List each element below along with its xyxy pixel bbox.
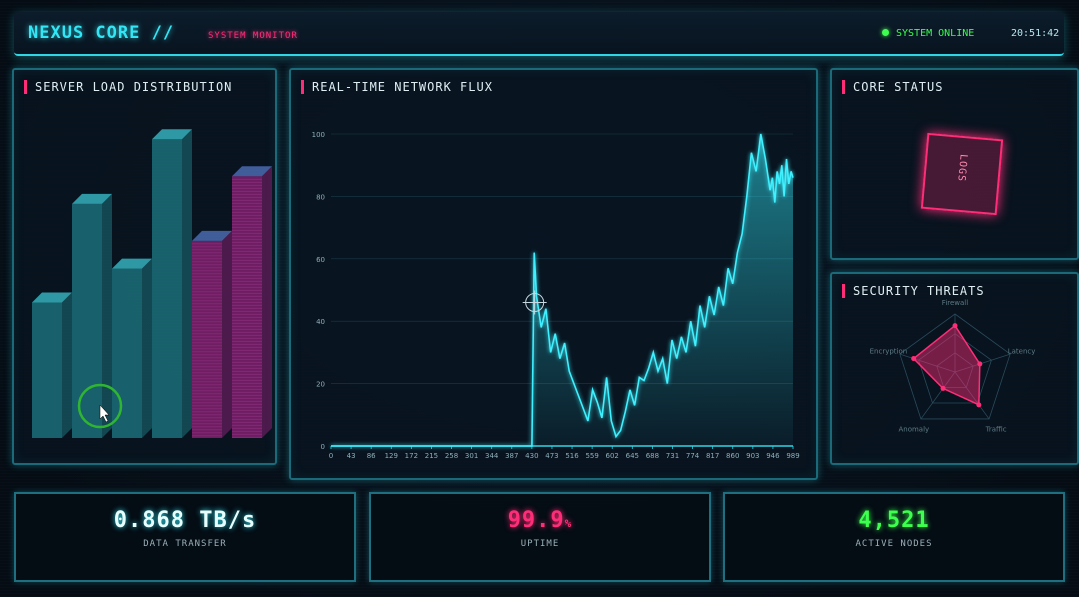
panel-title: CORE STATUS	[842, 80, 943, 94]
bar-front	[192, 240, 222, 438]
status-dot-icon	[882, 29, 889, 36]
radar-axis-label: Latency	[1008, 347, 1036, 355]
app-header: NEXUS CORE // SYSTEM MONITOR SYSTEM ONLI…	[14, 12, 1064, 56]
status-text: SYSTEM ONLINE	[896, 28, 975, 39]
x-tick-label: 344	[485, 452, 499, 460]
uptime-unit: %	[564, 517, 573, 530]
x-tick-label: 688	[646, 452, 659, 460]
bar-front	[32, 302, 62, 438]
radar-area	[912, 324, 981, 407]
radar-point	[976, 402, 982, 408]
y-tick-label: 40	[316, 318, 325, 326]
y-tick-label: 100	[312, 131, 325, 139]
bar-side	[142, 258, 152, 438]
x-tick-label: 129	[385, 452, 398, 460]
bar-side	[102, 193, 112, 438]
app-subtitle: SYSTEM MONITOR	[208, 31, 298, 41]
bar-front	[232, 176, 262, 438]
bar	[192, 230, 232, 438]
network-flux-chart: 0 20 40 60 80 100 0 43 86 129 172 215 258 301 344 387 43…	[312, 131, 800, 460]
bar-front	[152, 139, 182, 438]
x-tick-label: 774	[686, 452, 700, 460]
stat-uptime: 99.9% UPTIME	[369, 492, 711, 582]
x-tick-label: 946	[766, 452, 780, 460]
core-status-panel: CORE STATUS LOGS	[830, 68, 1079, 260]
bar-side	[62, 292, 72, 438]
radar-axis-label: Traffic	[985, 426, 1007, 434]
x-tick-label: 301	[465, 452, 478, 460]
bar	[112, 258, 152, 438]
x-tick-label: 989	[786, 452, 799, 460]
server-load-panel: SERVER LOAD DISTRIBUTION	[12, 68, 277, 465]
stat-data-transfer: 0.868 TB/s DATA TRANSFER	[14, 492, 356, 582]
x-tick-label: 645	[626, 452, 639, 460]
bar-front	[72, 203, 102, 438]
bar	[232, 166, 272, 438]
app-title: NEXUS CORE //	[28, 23, 175, 43]
network-flux-panel: REAL-TIME NETWORK FLUX 0 20 40 60 80 100 0 43 86…	[289, 68, 818, 480]
stat-label: ACTIVE NODES	[855, 539, 933, 549]
stat-value: 0.868 TB/s	[113, 508, 257, 533]
y-tick-label: 20	[316, 381, 325, 389]
x-tick-label: 473	[545, 452, 558, 460]
x-tick-label: 817	[706, 452, 719, 460]
bar-front	[112, 268, 142, 438]
x-tick-label: 559	[585, 452, 598, 460]
stat-value: 99.9%	[371, 508, 709, 533]
radar-point	[940, 385, 946, 391]
core-cube-label: LOGS	[955, 153, 969, 183]
radar-point	[952, 323, 958, 329]
bar	[32, 292, 72, 438]
core-cube-icon[interactable]: LOGS	[920, 132, 1004, 216]
bar-side	[182, 129, 192, 439]
security-threats-radar: Firewall Latency Traffic Anomaly Encryption	[870, 299, 1036, 434]
radar-axis-label: Encryption	[870, 347, 908, 355]
radar-axis-label: Firewall	[942, 299, 968, 307]
bar	[72, 193, 112, 438]
x-tick-label: 860	[726, 452, 739, 460]
bar	[152, 129, 192, 439]
system-status: SYSTEM ONLINE	[882, 28, 974, 39]
x-tick-label: 430	[525, 452, 538, 460]
bar-side	[262, 166, 272, 438]
x-tick-label: 172	[405, 452, 418, 460]
x-tick-label: 215	[425, 452, 438, 460]
x-tick-label: 43	[347, 452, 356, 460]
x-tick-label: 903	[746, 452, 759, 460]
stat-value: 4,521	[858, 508, 930, 533]
radar-point	[977, 361, 983, 367]
clock: 20:51:42	[1011, 28, 1060, 39]
stat-label: DATA TRANSFER	[143, 539, 227, 549]
bar-side	[222, 230, 232, 438]
stat-label: UPTIME	[520, 539, 560, 549]
stat-active-nodes: 4,521 ACTIVE NODES	[723, 492, 1065, 582]
x-tick-label: 0	[329, 452, 333, 460]
x-tick-label: 602	[606, 452, 619, 460]
y-tick-label: 80	[316, 193, 325, 201]
flux-area	[331, 134, 793, 446]
x-tick-label: 258	[445, 452, 458, 460]
x-tick-label: 731	[666, 452, 679, 460]
server-load-chart	[32, 129, 272, 439]
y-tick-label: 60	[316, 256, 325, 264]
uptime-value: 99.9	[507, 508, 565, 533]
radar-axis-label: Anomaly	[898, 426, 929, 434]
security-threats-panel: SECURITY THREATS Firewall Latency Traffic A…	[830, 272, 1079, 465]
x-tick-label: 86	[367, 452, 376, 460]
x-tick-label: 516	[565, 452, 579, 460]
radar-point	[911, 356, 917, 362]
x-tick-label: 387	[505, 452, 518, 460]
y-tick-label: 0	[321, 443, 325, 451]
